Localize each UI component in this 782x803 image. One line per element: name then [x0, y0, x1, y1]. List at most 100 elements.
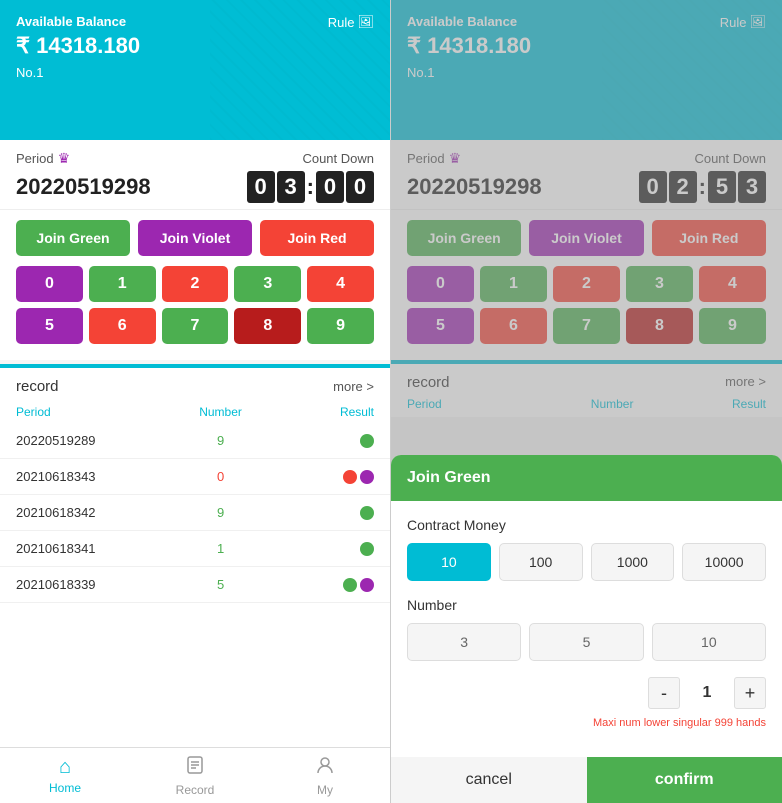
nav-home[interactable]: ⌂ Home — [0, 748, 130, 803]
number-opt-3[interactable]: 3 — [407, 623, 521, 661]
join-green-modal: Join Green Contract Money 10 100 1000 10… — [391, 455, 782, 803]
num-btn-9[interactable]: 9 — [307, 308, 374, 344]
no-label: No.1 — [16, 65, 374, 80]
left-record-section: record more > Period Number Result 20220… — [0, 364, 390, 758]
record-period: 20210618339 — [16, 577, 169, 592]
num-btn-4[interactable]: 4 — [307, 266, 374, 302]
contract-btn-1000[interactable]: 1000 — [591, 543, 675, 581]
contract-money-label: Contract Money — [407, 517, 766, 533]
record-number: 0 — [169, 469, 271, 484]
countdown-digit-2: 0 — [316, 171, 344, 203]
left-number-grid: 0 1 2 3 4 5 6 7 8 9 — [0, 266, 390, 360]
num-btn-7[interactable]: 7 — [162, 308, 229, 344]
record-result — [272, 578, 374, 592]
col-period-header: Period — [16, 405, 169, 419]
record-result — [272, 506, 374, 520]
record-number: 1 — [169, 541, 271, 556]
table-row: 20210618342 9 — [0, 495, 390, 531]
record-table: Period Number Result 20220519289 9 20210… — [0, 401, 390, 603]
num-btn-0[interactable]: 0 — [16, 266, 83, 302]
record-result — [272, 470, 374, 484]
contract-btn-10[interactable]: 10 — [407, 543, 491, 581]
crown-icon: ♛ — [58, 150, 71, 167]
table-row: 20210618341 1 — [0, 531, 390, 567]
stepper-minus-button[interactable]: - — [648, 677, 680, 709]
confirm-button[interactable]: confirm — [587, 757, 782, 803]
number-opt-5[interactable]: 5 — [529, 623, 643, 661]
contract-btn-10000[interactable]: 10000 — [682, 543, 766, 581]
left-panel: Available Balance Rule 🖼 ₹ 14318.180 No.… — [0, 0, 391, 803]
home-icon: ⌂ — [59, 756, 71, 779]
countdown-colon: : — [307, 174, 314, 200]
num-btn-3[interactable]: 3 — [234, 266, 301, 302]
table-row: 20210618339 5 — [0, 567, 390, 603]
countdown-display: 0 3 : 0 0 — [247, 171, 374, 203]
nav-record[interactable]: Record — [130, 748, 260, 803]
record-result — [272, 542, 374, 556]
countdown-digit-0: 0 — [247, 171, 275, 203]
dot-purple — [360, 470, 374, 484]
number-opt-10[interactable]: 10 — [652, 623, 766, 661]
record-more-link[interactable]: more > — [333, 379, 374, 394]
record-number: 5 — [169, 577, 271, 592]
stepper-plus-button[interactable]: + — [734, 677, 766, 709]
nav-record-label: Record — [176, 783, 215, 797]
left-bottom-nav: ⌂ Home Record My — [0, 747, 390, 803]
modal-actions: cancel confirm — [391, 757, 782, 803]
table-row: 20210618343 0 — [0, 459, 390, 495]
record-period: 20220519289 — [16, 433, 169, 448]
record-icon — [185, 755, 205, 781]
period-number: 20220519298 — [16, 174, 151, 200]
num-btn-1[interactable]: 1 — [89, 266, 156, 302]
record-title: record — [16, 378, 59, 395]
balance-amount: ₹ 14318.180 — [16, 33, 374, 59]
rule-button[interactable]: Rule 🖼 — [328, 14, 374, 30]
num-btn-2[interactable]: 2 — [162, 266, 229, 302]
maxi-note: Maxi num lower singular 999 hands — [407, 717, 766, 729]
dot-purple — [360, 578, 374, 592]
modal-header: Join Green — [391, 455, 782, 501]
record-number: 9 — [169, 505, 271, 520]
record-period: 20210618343 — [16, 469, 169, 484]
countdown-label: Count Down — [302, 151, 374, 166]
stepper-row: - 1 + — [407, 677, 766, 709]
rule-icon: 🖼 — [357, 14, 374, 30]
nav-my-label: My — [317, 783, 333, 797]
left-period-section: Period ♛ Count Down 20220519298 0 3 : 0 … — [0, 140, 390, 210]
my-icon — [315, 755, 335, 781]
number-options: 3 5 10 — [407, 623, 766, 661]
dot-red — [343, 470, 357, 484]
countdown-digit-1: 3 — [277, 171, 305, 203]
stepper-value: 1 — [692, 684, 722, 702]
record-table-header: Period Number Result — [0, 401, 390, 423]
contract-btn-100[interactable]: 100 — [499, 543, 583, 581]
number-label: Number — [407, 597, 766, 613]
join-violet-button[interactable]: Join Violet — [138, 220, 252, 256]
dot-green — [360, 506, 374, 520]
col-number-header: Number — [169, 405, 271, 419]
nav-home-label: Home — [49, 781, 81, 795]
modal-body: Contract Money 10 100 1000 10000 Number … — [391, 501, 782, 757]
right-panel: Available Balance Rule 🖼 ₹ 14318.180 No.… — [391, 0, 782, 803]
countdown-digit-3: 0 — [346, 171, 374, 203]
num-btn-6[interactable]: 6 — [89, 308, 156, 344]
record-period: 20210618341 — [16, 541, 169, 556]
record-header: record more > — [0, 368, 390, 401]
col-result-header: Result — [272, 405, 374, 419]
left-join-buttons: Join Green Join Violet Join Red — [0, 210, 390, 266]
table-row: 20220519289 9 — [0, 423, 390, 459]
period-label: Period ♛ — [16, 150, 70, 167]
contract-options: 10 100 1000 10000 — [407, 543, 766, 581]
join-red-button[interactable]: Join Red — [260, 220, 374, 256]
left-header: Available Balance Rule 🖼 ₹ 14318.180 No.… — [0, 0, 390, 140]
dot-green — [360, 542, 374, 556]
record-period: 20210618342 — [16, 505, 169, 520]
balance-label: Available Balance — [16, 14, 126, 29]
join-green-button[interactable]: Join Green — [16, 220, 130, 256]
num-btn-8[interactable]: 8 — [234, 308, 301, 344]
dot-green — [343, 578, 357, 592]
cancel-button[interactable]: cancel — [391, 757, 587, 803]
nav-my[interactable]: My — [260, 748, 390, 803]
dot-green — [360, 434, 374, 448]
num-btn-5[interactable]: 5 — [16, 308, 83, 344]
